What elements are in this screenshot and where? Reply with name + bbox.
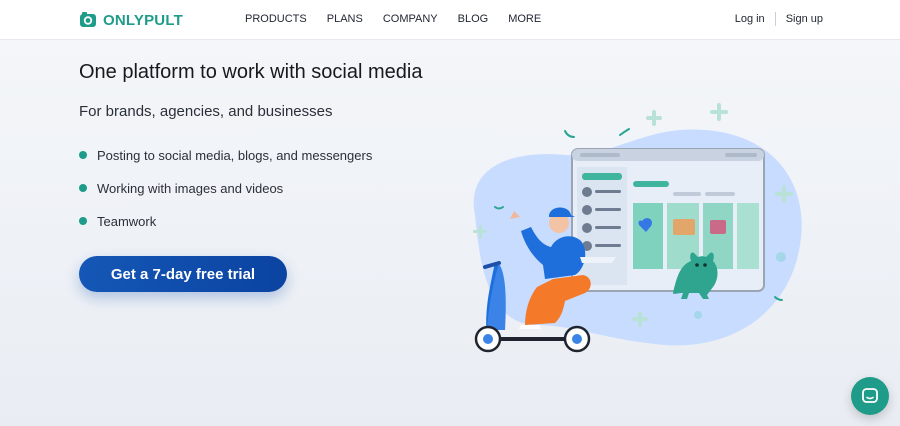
nav-item-products[interactable]: PRODUCTS xyxy=(245,12,307,26)
feature-label: Teamwork xyxy=(97,213,157,229)
auth-links: Log in Sign up xyxy=(735,12,823,26)
nav-item-blog[interactable]: BLOG xyxy=(458,12,489,26)
signup-link[interactable]: Sign up xyxy=(786,13,823,25)
hero-illustration xyxy=(473,103,802,353)
nav-item-plans[interactable]: PLANS xyxy=(327,12,363,26)
brand-name: ONLYPULT xyxy=(103,11,183,29)
dashboard-window xyxy=(571,148,765,292)
feature-label: Posting to social media, blogs, and mess… xyxy=(97,147,373,163)
feature-label: Working with images and videos xyxy=(97,180,284,196)
list-item: Posting to social media, blogs, and mess… xyxy=(79,146,372,164)
hero-subtitle: For brands, agencies, and businesses xyxy=(79,103,333,120)
login-link[interactable]: Log in xyxy=(735,13,765,25)
list-item: Teamwork xyxy=(79,212,372,230)
bullet-dot-icon xyxy=(79,184,87,192)
site-header: ONLYPULT PRODUCTS PLANS COMPANY BLOG MOR… xyxy=(0,0,900,40)
chat-button[interactable] xyxy=(851,377,889,415)
logo[interactable]: ONLYPULT xyxy=(79,10,183,30)
nav-item-more[interactable]: MORE xyxy=(508,12,541,26)
nav-item-company[interactable]: COMPANY xyxy=(383,12,438,26)
hero-title: One platform to work with social media xyxy=(79,61,423,83)
bullet-dot-icon xyxy=(79,217,87,225)
main-nav: PRODUCTS PLANS COMPANY BLOG MORE xyxy=(245,12,541,26)
auth-divider xyxy=(774,12,776,26)
feature-list: Posting to social media, blogs, and mess… xyxy=(79,146,372,245)
camera-logo-icon xyxy=(80,12,96,27)
bullet-dot-icon xyxy=(79,151,87,159)
chat-icon xyxy=(862,388,878,403)
free-trial-button[interactable]: Get a 7-day free trial xyxy=(79,256,287,292)
list-item: Working with images and videos xyxy=(79,179,372,197)
